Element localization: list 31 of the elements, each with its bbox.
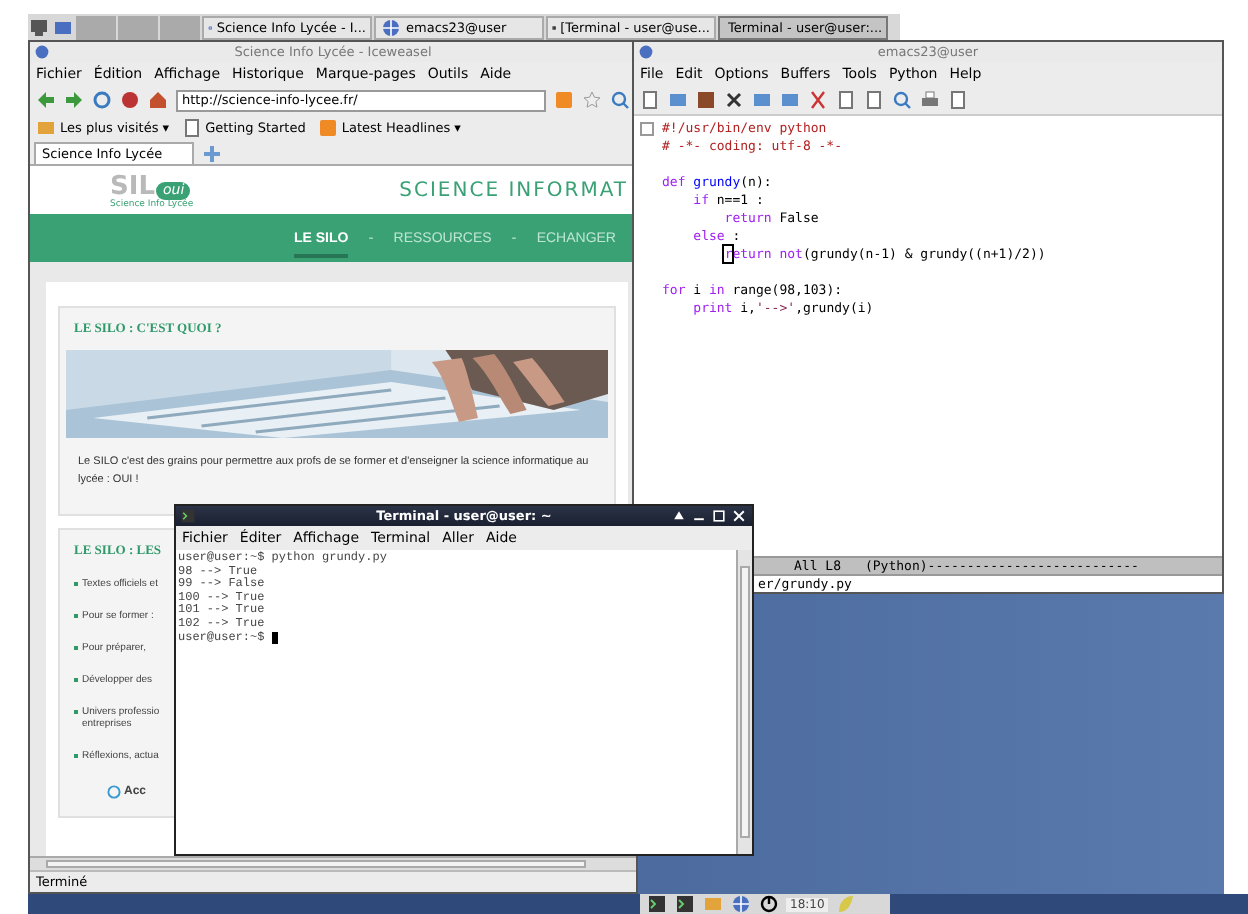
document-icon[interactable] (181, 117, 202, 137)
new-tab-icon[interactable] (202, 144, 222, 164)
print-icon[interactable] (920, 90, 940, 110)
cursor (271, 631, 278, 644)
vertical-scrollbar[interactable] (736, 550, 752, 854)
reload-icon[interactable] (92, 90, 112, 110)
monitor-icon[interactable] (28, 17, 50, 37)
forward-icon[interactable] (64, 90, 84, 110)
home-icon[interactable] (148, 90, 168, 110)
back-icon[interactable] (36, 90, 56, 110)
star-icon[interactable] (582, 90, 602, 110)
close-icon[interactable] (724, 90, 744, 110)
maximize-icon[interactable] (710, 508, 728, 524)
terminal-icon[interactable] (674, 894, 696, 914)
logo-text: SIL (110, 174, 155, 200)
feed-icon[interactable] (554, 90, 574, 110)
site-title: SCIENCE INFORMAT (399, 180, 628, 206)
power-icon[interactable] (758, 894, 780, 914)
pin-icon[interactable] (670, 508, 688, 524)
new-file-icon[interactable] (640, 90, 660, 110)
horizontal-scrollbar[interactable] (30, 856, 636, 870)
paste-icon[interactable] (864, 90, 884, 110)
stop-icon[interactable] (120, 90, 140, 110)
save-icon[interactable] (696, 90, 716, 110)
document-icon[interactable] (948, 90, 968, 110)
copy-icon[interactable] (836, 90, 856, 110)
cut-icon[interactable] (808, 90, 828, 110)
feed-icon[interactable] (317, 117, 338, 137)
folder-icon[interactable] (668, 90, 688, 110)
desktop-icon[interactable] (52, 17, 74, 37)
terminal-icon[interactable] (180, 508, 196, 524)
